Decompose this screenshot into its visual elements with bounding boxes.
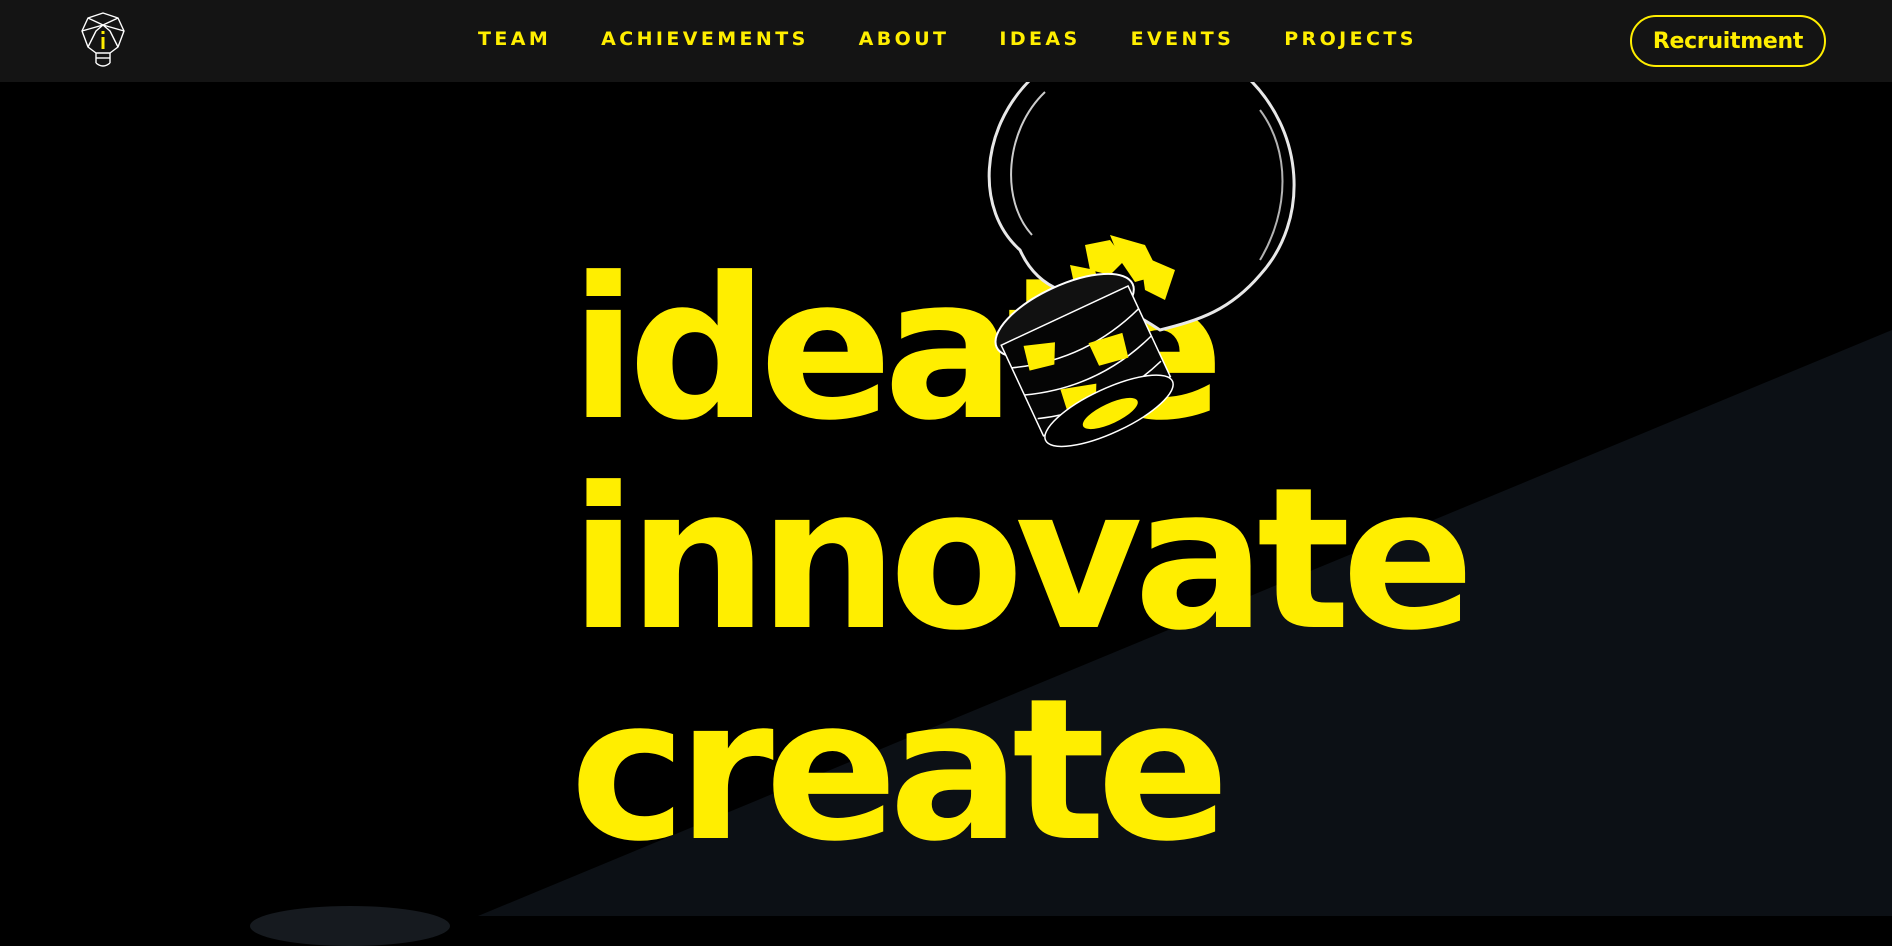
hero-word-innovate: innovate <box>570 446 1475 674</box>
lightbulb-logo-icon[interactable] <box>80 11 126 71</box>
background-shadow <box>250 906 450 946</box>
nav-link-about[interactable]: ABOUT <box>859 28 950 50</box>
hero-word-create: create <box>570 657 1230 885</box>
nav-link-team[interactable]: TEAM <box>478 28 551 50</box>
nav-link-events[interactable]: EVENTS <box>1131 28 1235 50</box>
nav-link-projects[interactable]: PROJECTS <box>1284 28 1417 50</box>
nav-link-ideas[interactable]: IDEAS <box>999 28 1080 50</box>
navbar: TEAM ACHIEVEMENTS ABOUT IDEAS EVENTS PRO… <box>0 0 1892 82</box>
recruitment-button[interactable]: Recruitment <box>1630 15 1826 67</box>
nav-link-achievements[interactable]: ACHIEVEMENTS <box>601 28 809 50</box>
main-nav: TEAM ACHIEVEMENTS ABOUT IDEAS EVENTS PRO… <box>478 28 1467 50</box>
lightbulb-illustration <box>987 38 1296 448</box>
